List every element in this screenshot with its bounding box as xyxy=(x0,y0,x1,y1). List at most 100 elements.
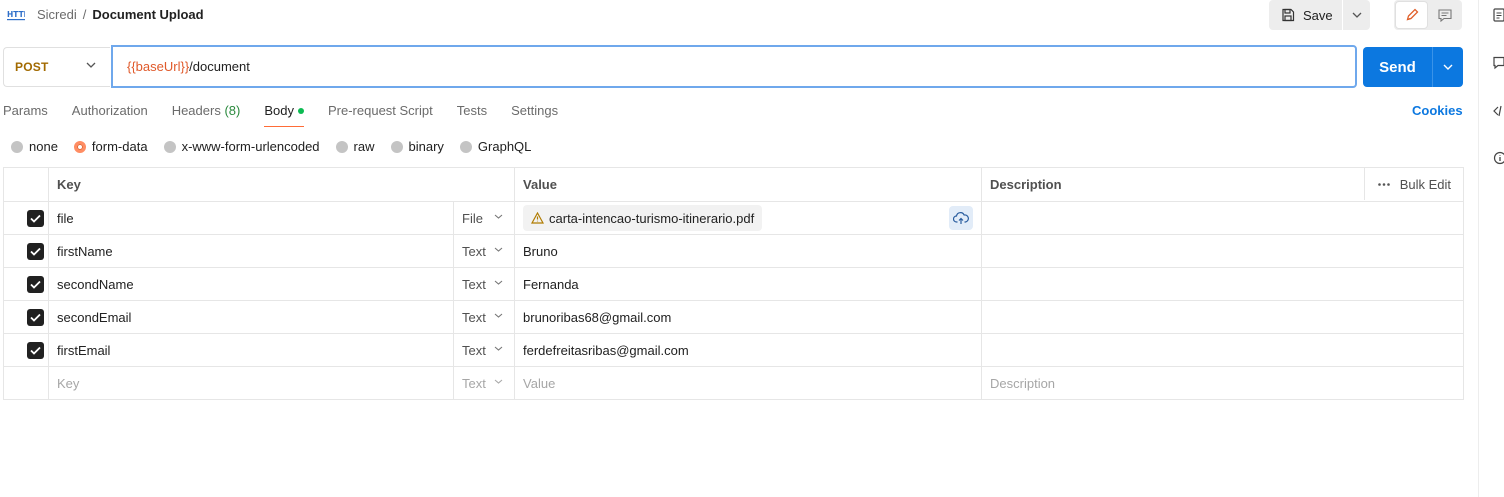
info-icon[interactable] xyxy=(1493,151,1504,165)
description-cell[interactable] xyxy=(981,300,1465,334)
body-type-binary[interactable]: binary xyxy=(390,139,444,154)
body-type-graphql[interactable]: GraphQL xyxy=(459,139,531,154)
chevron-down-icon xyxy=(1443,64,1453,70)
file-chip[interactable]: carta-intencao-turismo-itinerario.pdf xyxy=(523,205,763,231)
save-button[interactable]: Save xyxy=(1269,0,1342,30)
save-options-button[interactable] xyxy=(1343,0,1370,30)
method-select[interactable]: POST xyxy=(3,47,110,87)
svg-text:HTTP: HTTP xyxy=(7,10,25,19)
warning-icon xyxy=(531,212,545,224)
value-cell[interactable]: carta-intencao-turismo-itinerario.pdf xyxy=(514,201,983,235)
select-column-header xyxy=(3,167,49,202)
value-column-header: Value xyxy=(514,167,983,202)
new-key-input[interactable]: Key xyxy=(48,366,454,400)
type-select[interactable]: Text xyxy=(452,234,516,268)
method-label: POST xyxy=(15,60,49,74)
breadcrumb-collection[interactable]: Sicredi xyxy=(37,7,77,22)
key-cell[interactable]: secondName xyxy=(48,267,454,301)
tab-tests[interactable]: Tests xyxy=(457,103,487,127)
chevron-down-icon xyxy=(1352,12,1361,18)
description-cell[interactable] xyxy=(981,267,1465,301)
comments-mode-button[interactable] xyxy=(1430,2,1460,28)
chevron-down-icon xyxy=(494,346,503,351)
body-type-form-data[interactable]: form-data xyxy=(73,139,148,154)
send-button[interactable]: Send xyxy=(1363,47,1432,87)
cookies-link[interactable]: Cookies xyxy=(1412,103,1463,118)
radio-label: form-data xyxy=(91,139,148,154)
url-variable: {{baseUrl}} xyxy=(127,59,190,74)
comment-icon xyxy=(1438,8,1452,22)
tab-authorization[interactable]: Authorization xyxy=(72,103,148,127)
http-request-icon: HTTP xyxy=(7,10,25,21)
code-icon[interactable] xyxy=(1493,104,1504,118)
value-cell[interactable]: Bruno xyxy=(514,234,983,268)
tab-label: Params xyxy=(3,103,48,118)
radio-label: raw xyxy=(353,139,375,154)
new-value-input[interactable]: Value xyxy=(514,366,983,400)
body-type-raw[interactable]: raw xyxy=(335,139,375,154)
row-checkbox[interactable] xyxy=(27,341,44,359)
body-active-dot xyxy=(297,107,304,114)
key-cell[interactable]: file xyxy=(48,201,454,235)
table-row: firstEmail Text ferdefreitasribas@gmail.… xyxy=(3,333,1465,367)
body-type-selector: none form-data x-www-form-urlencoded raw… xyxy=(11,139,547,154)
breadcrumb-separator: / xyxy=(82,7,87,22)
description-header-label: Description xyxy=(990,177,1062,192)
tab-body[interactable]: Body xyxy=(264,103,304,127)
type-select[interactable]: File xyxy=(452,201,516,235)
documentation-icon[interactable] xyxy=(1493,8,1504,22)
radio-label: binary xyxy=(408,139,444,154)
radio-label: x-www-form-urlencoded xyxy=(181,139,320,154)
tab-settings[interactable]: Settings xyxy=(511,103,558,127)
type-label: Text xyxy=(462,375,486,391)
key-cell[interactable]: secondEmail xyxy=(48,300,454,334)
tab-pre-request-script[interactable]: Pre-request Script xyxy=(328,103,433,127)
upload-file-button[interactable] xyxy=(949,206,974,230)
cloud-upload-icon xyxy=(953,211,969,224)
more-options-icon[interactable] xyxy=(1377,182,1390,186)
type-label: File xyxy=(462,210,483,226)
row-checkbox[interactable] xyxy=(27,209,44,227)
row-checkbox[interactable] xyxy=(27,242,44,260)
type-label: Text xyxy=(462,276,486,292)
tab-params[interactable]: Params xyxy=(3,103,48,127)
file-name: carta-intencao-turismo-itinerario.pdf xyxy=(549,210,755,226)
value-cell[interactable]: brunoribas68@gmail.com xyxy=(514,300,983,334)
description-column-header: Description Bulk Edit xyxy=(981,167,1465,202)
type-select[interactable]: Text xyxy=(452,267,516,301)
row-checkbox[interactable] xyxy=(27,275,44,293)
request-title[interactable]: Document Upload xyxy=(92,7,203,22)
view-mode-toggle xyxy=(1394,0,1462,30)
edit-mode-button[interactable] xyxy=(1396,2,1427,28)
type-select[interactable]: Text xyxy=(452,333,516,367)
description-cell[interactable] xyxy=(981,201,1465,235)
send-options-button[interactable] xyxy=(1432,47,1463,87)
row-checkbox[interactable] xyxy=(27,308,44,326)
body-type-urlencoded[interactable]: x-www-form-urlencoded xyxy=(163,139,320,154)
url-path: /document xyxy=(189,59,250,74)
value-cell[interactable]: Fernanda xyxy=(514,267,983,301)
chevron-down-icon xyxy=(494,247,503,252)
chevron-down-icon xyxy=(494,313,503,318)
url-input[interactable]: {{baseUrl}}/document xyxy=(111,45,1357,88)
key-cell[interactable]: firstName xyxy=(48,234,454,268)
radio-label: none xyxy=(29,139,58,154)
comments-icon[interactable] xyxy=(1493,56,1504,70)
new-description-input[interactable]: Description xyxy=(981,366,1465,400)
type-select[interactable]: Text xyxy=(452,300,516,334)
body-type-none[interactable]: none xyxy=(11,139,58,154)
radio-indicator xyxy=(163,140,176,153)
tab-label: Settings xyxy=(511,103,559,118)
description-cell[interactable] xyxy=(981,234,1465,268)
key-cell[interactable]: firstEmail xyxy=(48,333,454,367)
bulk-edit-label: Bulk Edit xyxy=(1399,176,1452,192)
type-select[interactable]: Text xyxy=(452,366,516,400)
tab-headers[interactable]: Headers (8) xyxy=(172,103,241,127)
value-cell[interactable]: ferdefreitasribas@gmail.com xyxy=(514,333,983,367)
description-cell[interactable] xyxy=(981,333,1465,367)
check-icon xyxy=(30,247,41,256)
form-data-table: Key Value Description Bulk Edit file Fil… xyxy=(3,167,1465,400)
radio-indicator xyxy=(11,140,23,153)
bulk-edit-button[interactable]: Bulk Edit xyxy=(1364,168,1463,200)
tab-label: Body xyxy=(264,103,294,118)
